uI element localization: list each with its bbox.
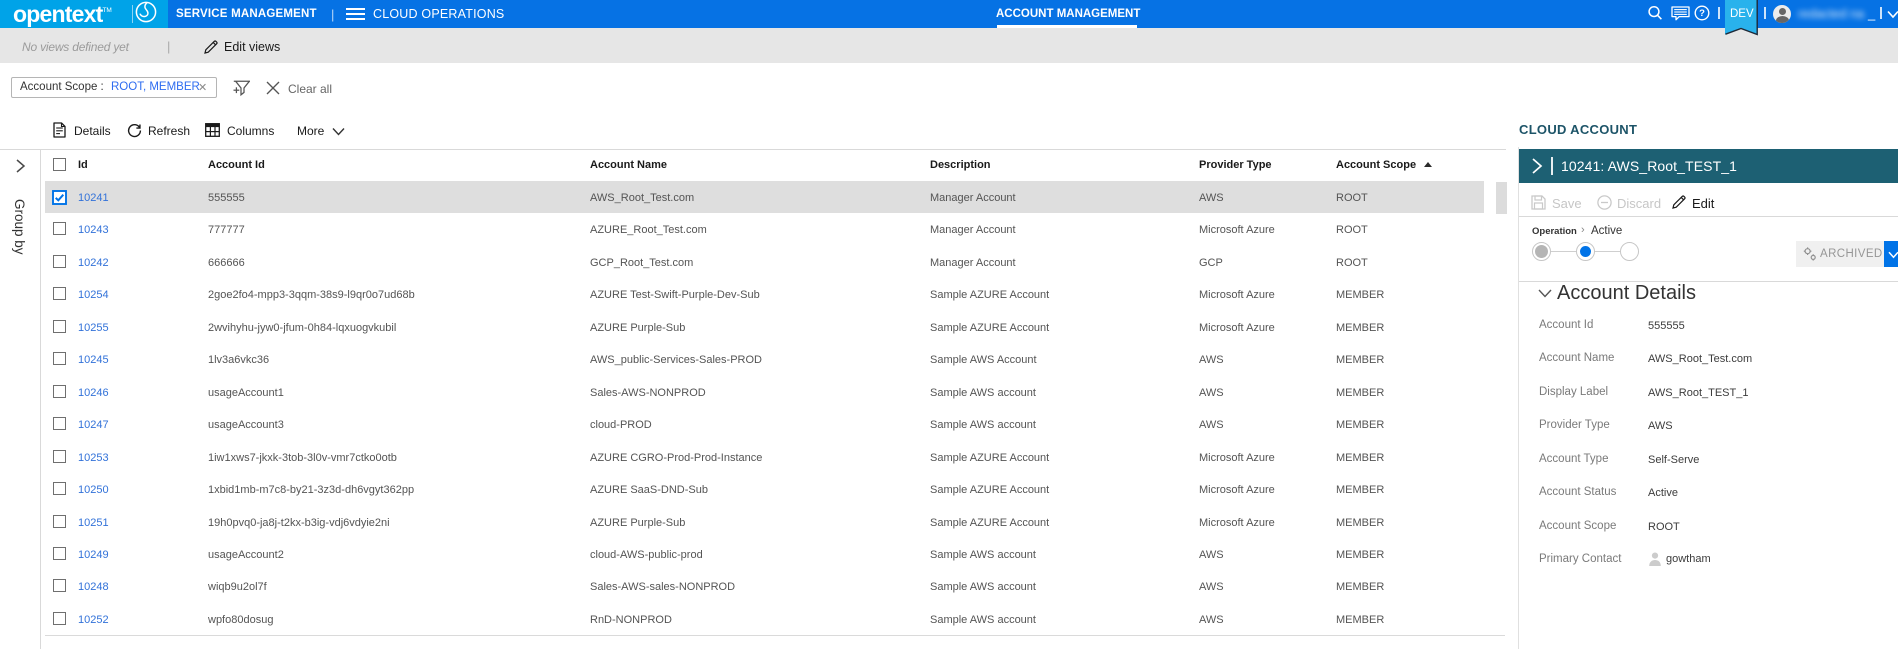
svg-text:?: ? bbox=[1699, 8, 1705, 19]
